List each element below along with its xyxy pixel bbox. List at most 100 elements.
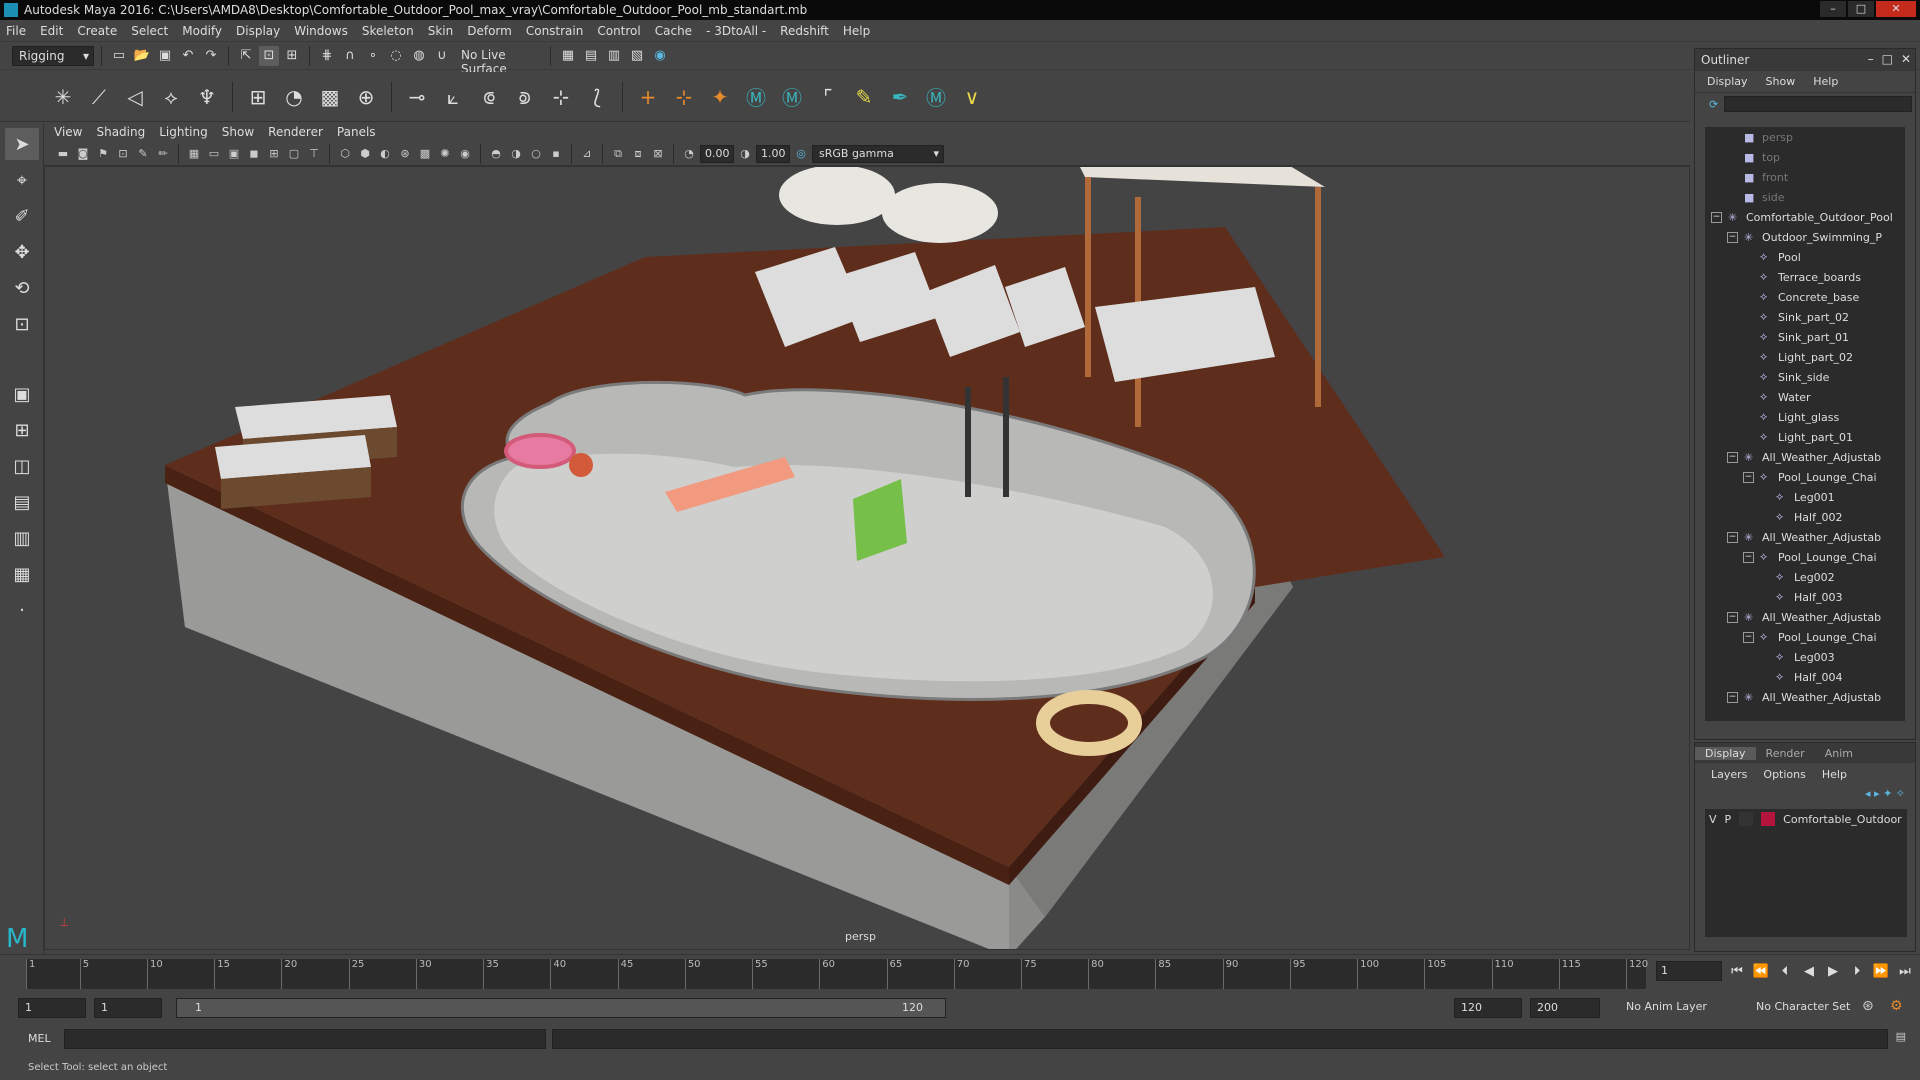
new-scene-icon[interactable]: ▭ <box>109 46 129 66</box>
outliner-item[interactable]: ⟡ Half_002 <box>1705 507 1905 527</box>
play-backward-icon[interactable]: ◀ <box>1800 964 1818 979</box>
outliner-item[interactable]: ■ top <box>1705 147 1905 167</box>
3dtoall-m-icon[interactable]: Ⓜ <box>741 82 771 112</box>
new-layer-selected-icon[interactable]: ✧ <box>1896 787 1905 800</box>
outliner-item[interactable]: − ✳ Outdoor_Swimming_P <box>1705 227 1905 247</box>
paint-select-icon[interactable]: ✐ <box>5 200 39 232</box>
anim-layer-dropdown[interactable]: No Anim Layer <box>1620 998 1734 1018</box>
start-time-field[interactable]: 1 <box>18 998 86 1018</box>
outliner-item[interactable]: ⟡ Concrete_base <box>1705 287 1905 307</box>
mel-label[interactable]: MEL <box>28 1032 51 1045</box>
outliner-search-input[interactable] <box>1724 96 1913 112</box>
new-layer-icon[interactable]: ✦ <box>1883 787 1892 800</box>
outliner-item[interactable]: ⟡ Half_004 <box>1705 667 1905 687</box>
image-plane-icon[interactable]: ⊡ <box>114 145 132 163</box>
paint-weights-icon[interactable]: ✎ <box>849 82 879 112</box>
cluster-icon[interactable]: ◔ <box>279 82 309 112</box>
select-component-icon[interactable]: ⊞ <box>282 46 302 66</box>
layer-playback-toggle[interactable]: P <box>1725 813 1732 826</box>
curve-icon[interactable]: ⌜ <box>813 82 843 112</box>
layer-tab[interactable]: Render <box>1756 747 1815 760</box>
hypergraph-layout-icon[interactable]: ▦ <box>5 558 39 590</box>
menu-item[interactable]: Select <box>131 24 168 38</box>
gamma-icon[interactable]: ◑ <box>736 145 754 163</box>
grease-pencil-icon[interactable]: ✏ <box>154 145 172 163</box>
outliner-menu-item[interactable]: Show <box>1766 75 1796 88</box>
sculpt-icon[interactable]: ✒ <box>885 82 915 112</box>
range-bar[interactable]: 1 120 <box>176 998 946 1018</box>
constraint-orient-icon[interactable]: ⟃ <box>474 82 504 112</box>
snap-grid-icon[interactable]: ⋕ <box>317 46 337 66</box>
step-back-key-icon[interactable]: ⏪ <box>1752 964 1770 979</box>
hik-icon[interactable]: ✦ <box>705 82 735 112</box>
exposure-icon[interactable]: ◔ <box>680 145 698 163</box>
3dtoall-m3-icon[interactable]: Ⓜ <box>921 82 951 112</box>
playback-end-field[interactable]: 120 <box>1454 998 1522 1018</box>
gamma-field[interactable]: 1.00 <box>756 144 790 163</box>
collapse-toggle[interactable]: − <box>1743 471 1754 483</box>
select-hierarchy-icon[interactable]: ⇱ <box>236 46 256 66</box>
outliner-item[interactable]: ⟡ Terrace_boards <box>1705 267 1905 287</box>
use-lights-icon[interactable]: ✺ <box>436 145 454 163</box>
snap-point-icon[interactable]: ∘ <box>363 46 383 66</box>
open-scene-icon[interactable]: 📂 <box>132 46 152 66</box>
layer-up-icon[interactable]: ◂ <box>1865 787 1871 800</box>
command-input[interactable] <box>64 1029 546 1049</box>
auto-key-icon[interactable]: ⊛ <box>1862 998 1874 1014</box>
more-layouts-icon[interactable]: · <box>5 594 39 626</box>
layer-tab[interactable]: Anim <box>1815 747 1863 760</box>
gate-mask-icon[interactable]: ◼ <box>245 145 263 163</box>
shadows-icon[interactable]: ◉ <box>456 145 474 163</box>
film-gate-icon[interactable]: ▭ <box>205 145 223 163</box>
outliner-tree[interactable]: ■ persp ■ top ■ front ■ side − ✳ Comfortable_Outdo… <box>1705 127 1905 721</box>
layer-visibility-toggle[interactable]: V <box>1709 813 1717 826</box>
scale-tool-icon[interactable]: ⊡ <box>5 308 39 340</box>
collapse-toggle[interactable]: − <box>1743 551 1754 563</box>
outliner-item[interactable]: ⟡ Pool <box>1705 247 1905 267</box>
outliner-menu-item[interactable]: Display <box>1707 75 1748 88</box>
go-to-end-icon[interactable]: ⏭ <box>1896 964 1914 979</box>
outliner-item[interactable]: ■ side <box>1705 187 1905 207</box>
insert-joint-icon[interactable]: ⟡ <box>156 82 186 112</box>
preferences-icon[interactable]: ⚙ <box>1890 998 1903 1014</box>
panel-menu-item[interactable]: Panels <box>337 125 376 139</box>
side-by-side-icon[interactable]: ◫ <box>5 450 39 482</box>
outliner-item[interactable]: ⟡ Leg001 <box>1705 487 1905 507</box>
playback-start-field[interactable]: 1 <box>94 998 162 1018</box>
safe-action-icon[interactable]: ▢ <box>285 145 303 163</box>
four-pane-icon[interactable]: ⊞ <box>5 414 39 446</box>
color-management-icon[interactable]: ◎ <box>792 145 810 163</box>
outliner-item[interactable]: ⟡ Water <box>1705 387 1905 407</box>
joint-tool-icon[interactable]: ✳ <box>48 82 78 112</box>
field-chart-icon[interactable]: ⊞ <box>265 145 283 163</box>
layer-down-icon[interactable]: ▸ <box>1874 787 1880 800</box>
menu-item[interactable]: Cache <box>655 24 692 38</box>
render-settings-icon[interactable]: ▥ <box>604 46 624 66</box>
snap-surface-icon[interactable]: ◍ <box>409 46 429 66</box>
outliner-item[interactable]: ⟡ Half_003 <box>1705 587 1905 607</box>
2d-pan-icon[interactable]: ✎ <box>134 145 152 163</box>
anti-alias-icon[interactable]: ○ <box>527 145 545 163</box>
time-ruler[interactable]: 1 5 10 15 20 25 30 35 40 45 50 55 60 65 70 75 80 85 90 95 10… <box>26 959 1648 989</box>
snap-curve-icon[interactable]: ∩ <box>340 46 360 66</box>
outliner-item[interactable]: ⟡ Sink_part_02 <box>1705 307 1905 327</box>
menuset-dropdown[interactable]: Rigging ▾ <box>12 45 94 66</box>
outliner-filter-icon[interactable]: ⟳ <box>1709 98 1718 111</box>
outliner-close-button[interactable]: ✕ <box>1901 52 1911 66</box>
script-editor-icon[interactable]: ▤ <box>1896 1030 1906 1043</box>
close-button[interactable]: ✕ <box>1876 1 1916 17</box>
collapse-toggle[interactable]: − <box>1711 211 1722 223</box>
layer-row[interactable]: V P Comfortable_Outdoor <box>1705 809 1907 829</box>
maximize-button[interactable]: □ <box>1848 1 1874 17</box>
constraint-scale-icon[interactable]: ⟄ <box>510 82 540 112</box>
menu-item[interactable]: Skeleton <box>362 24 414 38</box>
outliner-item[interactable]: − ⟡ Pool_Lounge_Chai <box>1705 627 1905 647</box>
xray-joints-icon[interactable]: ⊠ <box>649 145 667 163</box>
outliner-item[interactable]: − ✳ All_Weather_Adjustab <box>1705 607 1905 627</box>
textured-icon[interactable]: ▩ <box>416 145 434 163</box>
menu-item[interactable]: Edit <box>40 24 63 38</box>
outliner-item[interactable]: ⟡ Light_glass <box>1705 407 1905 427</box>
rotate-tool-icon[interactable]: ⟲ <box>5 272 39 304</box>
outliner-item[interactable]: − ⟡ Pool_Lounge_Chai <box>1705 467 1905 487</box>
step-back-frame-icon[interactable]: ⏴ <box>1776 964 1794 979</box>
